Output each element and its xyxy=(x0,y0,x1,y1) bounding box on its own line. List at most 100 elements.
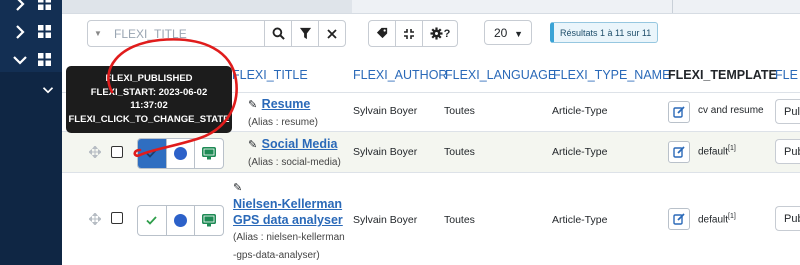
type-cell: Article-Type xyxy=(552,146,608,158)
edit-icon xyxy=(673,213,685,225)
template-edit-button[interactable] xyxy=(668,141,690,163)
compress-icon xyxy=(404,28,414,39)
monitor-icon xyxy=(202,147,217,160)
access-value: Pub xyxy=(784,145,800,158)
sidebar-item-1[interactable] xyxy=(0,0,62,18)
tags-button[interactable] xyxy=(369,21,395,46)
question-icon: ? xyxy=(443,27,451,40)
drag-handle-icon[interactable] xyxy=(89,146,101,158)
column-header-template: FLEXI_TEMPLATE xyxy=(668,68,777,82)
table-row: ✎ Social Media (Alias : social-media) Sy… xyxy=(62,132,800,173)
edit-icon[interactable]: ✎ xyxy=(248,99,257,111)
search-icon xyxy=(272,27,285,40)
search-field-dropdown[interactable]: ▼ xyxy=(88,21,108,46)
column-header-title[interactable]: FLEXI_TITLE xyxy=(232,68,308,82)
edit-icon[interactable]: ✎ xyxy=(248,139,257,151)
template-edit-button[interactable] xyxy=(668,101,690,123)
sidebar-item-3[interactable] xyxy=(0,46,62,74)
access-value: Pub xyxy=(784,212,800,225)
alias-text: (Alias : nielsen-kellerman xyxy=(233,232,345,243)
preview-button[interactable] xyxy=(194,139,223,168)
tab-strip xyxy=(62,0,800,14)
search-button[interactable] xyxy=(264,21,291,46)
tooltip-line-hint: FLEXI_CLICK_TO_CHANGE_STATE xyxy=(68,113,230,125)
author-cell: Sylvain Boyer xyxy=(353,146,418,158)
tooltip-line-status: FLEXI_PUBLISHED xyxy=(105,73,193,84)
grid-icon xyxy=(38,25,51,38)
template-label: default xyxy=(698,214,729,226)
column-header-type[interactable]: FLEXI_TYPE_NAME xyxy=(553,68,670,82)
monitor-icon xyxy=(202,214,217,227)
tab-1[interactable] xyxy=(62,0,203,13)
title-link-cont[interactable]: GPS data analyser xyxy=(233,213,343,227)
sidebar xyxy=(0,0,62,265)
language-cell: Toutes xyxy=(444,146,475,158)
state-button-group xyxy=(137,138,224,169)
dot-icon xyxy=(174,214,187,227)
featured-state-button[interactable] xyxy=(165,139,195,168)
template-label: default xyxy=(698,146,729,158)
tab-3[interactable] xyxy=(352,0,673,13)
alias-text: (Alias : resume) xyxy=(248,117,319,128)
row-checkbox[interactable] xyxy=(111,212,123,224)
author-cell: Sylvain Boyer xyxy=(353,214,418,226)
chevron-down-icon xyxy=(13,56,27,65)
tab-2[interactable] xyxy=(202,0,353,13)
filter-button[interactable] xyxy=(291,21,318,46)
title-cell: ✎ Social Media (Alias : social-media) xyxy=(248,136,341,170)
grid-icon xyxy=(38,0,51,10)
language-cell: Toutes xyxy=(444,214,475,226)
edit-icon[interactable]: ✎ xyxy=(233,182,242,194)
chevron-right-icon xyxy=(16,25,25,39)
row-checkbox[interactable] xyxy=(111,146,123,158)
status-tooltip: FLEXI_PUBLISHED FLEXI_START: 2023-06-02 … xyxy=(66,66,232,133)
column-header-author[interactable]: FLEXI_AUTHOR xyxy=(353,68,447,82)
template-name: cv and resume xyxy=(698,105,764,116)
title-link[interactable]: Resume xyxy=(262,97,311,111)
check-icon xyxy=(146,216,157,225)
edit-icon xyxy=(673,146,685,158)
published-state-button[interactable] xyxy=(138,206,166,235)
chevron-right-icon xyxy=(16,0,25,11)
edit-icon xyxy=(673,106,685,118)
preview-button[interactable] xyxy=(194,206,223,235)
title-cell: ✎ Resume (Alias : resume) xyxy=(248,96,318,130)
gear-icon xyxy=(430,27,443,40)
column-header-language[interactable]: FLEXI_LANGUAGE xyxy=(445,68,556,82)
template-edit-button[interactable] xyxy=(668,208,690,230)
type-cell: Article-Type xyxy=(552,214,608,226)
type-cell: Article-Type xyxy=(552,105,608,117)
search-input[interactable] xyxy=(108,21,264,46)
column-header-extra[interactable]: FLE xyxy=(775,68,798,82)
filter-icon xyxy=(299,27,311,40)
template-name: default[1] xyxy=(698,213,736,225)
search-group: ▼ xyxy=(87,20,346,47)
settings-help-button[interactable]: ? xyxy=(422,21,457,46)
published-state-button[interactable] xyxy=(138,139,166,168)
tooltip-line-time: 11:37:02 xyxy=(130,100,168,112)
featured-state-button[interactable] xyxy=(165,206,195,235)
sidebar-item-2[interactable] xyxy=(0,18,62,46)
results-badge: Résultats 1 à 11 sur 11 xyxy=(550,22,659,43)
title-link[interactable]: Nielsen-Kellerman xyxy=(233,197,342,211)
limit-select[interactable]: 20 ▼ xyxy=(484,20,532,45)
template-name: default[1] xyxy=(698,145,736,157)
compress-button[interactable] xyxy=(395,21,422,46)
grid-icon xyxy=(38,53,51,66)
access-select[interactable]: Pub xyxy=(775,139,800,164)
template-footnote: [1] xyxy=(728,213,736,220)
limit-value: 20 xyxy=(494,25,508,40)
clear-button[interactable] xyxy=(318,21,345,46)
access-select[interactable]: Pul xyxy=(775,99,800,124)
access-select[interactable]: Pub xyxy=(775,206,800,231)
template-footnote: [1] xyxy=(728,145,736,152)
chevron-down-icon[interactable] xyxy=(42,84,54,96)
table-row: ✎ Nielsen-Kellerman GPS data analyser (A… xyxy=(62,173,800,265)
language-cell: Toutes xyxy=(444,105,475,117)
access-value: Pul xyxy=(784,105,800,118)
title-link[interactable]: Social Media xyxy=(262,137,338,151)
alias-text-cont: -gps-data-analyser) xyxy=(233,250,320,261)
check-icon xyxy=(146,149,157,158)
drag-handle-icon[interactable] xyxy=(89,213,101,225)
alias-text: (Alias : social-media) xyxy=(248,157,341,168)
